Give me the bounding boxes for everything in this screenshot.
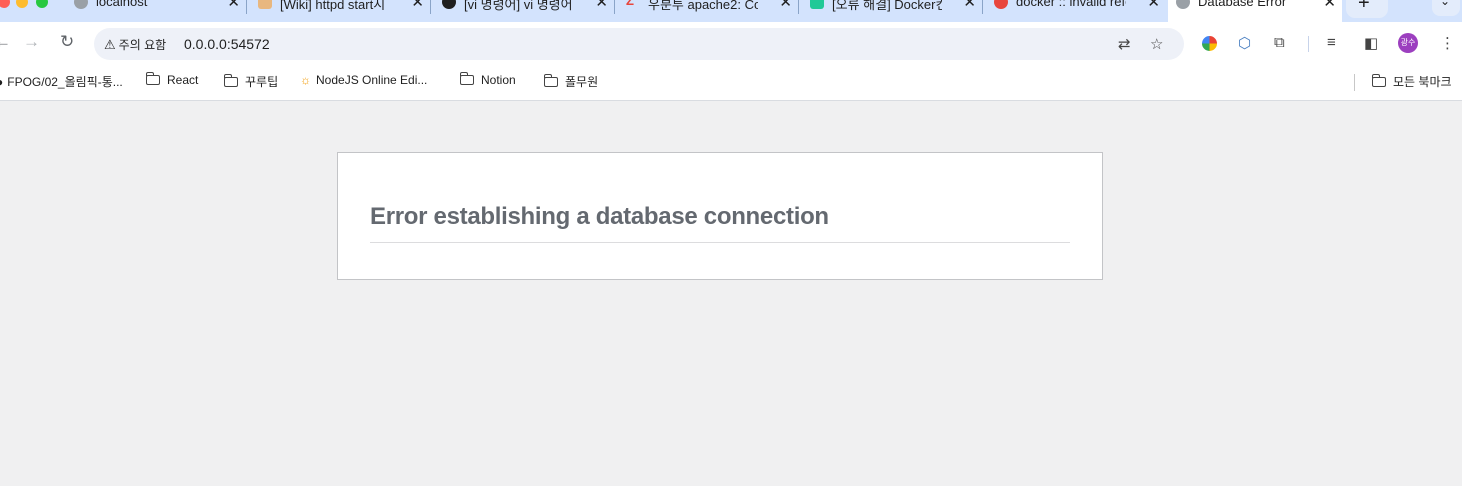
tab-separator	[798, 0, 799, 14]
forward-button[interactable]: →	[23, 32, 40, 52]
address-bar[interactable]: ⚠ 주의 요함 0.0.0.0:54572 ⇄ ☆	[94, 28, 1184, 60]
tab-separator	[982, 0, 983, 14]
tab-wiki-httpd[interactable]: [Wiki] httpd start시 ✕	[250, 0, 431, 22]
globe-icon	[1176, 0, 1190, 9]
extension-hex-icon[interactable]: ⬡	[1238, 34, 1251, 52]
folder-icon	[459, 72, 474, 85]
tab-search-button[interactable]: ⌄	[1432, 0, 1460, 16]
bookmarks-divider	[1354, 74, 1355, 91]
close-icon[interactable]: ✕	[1323, 0, 1336, 11]
close-icon[interactable]: ✕	[779, 0, 792, 11]
bookmark-star-icon[interactable]: ☆	[1150, 35, 1163, 53]
close-icon[interactable]: ✕	[963, 0, 976, 11]
color-extension-icon[interactable]	[1202, 36, 1217, 51]
all-bookmarks-label: 모든 북마크	[1393, 75, 1452, 89]
bookmark-nodejs-editor[interactable]: ☼ NodeJS Online Edi...	[300, 73, 427, 87]
tab-title: 우분투 apache2: Cou	[648, 0, 758, 12]
tab-title: [vi 명령어] vi 명령어 정	[464, 0, 574, 12]
velog-icon	[810, 0, 824, 9]
sun-icon: ☼	[300, 73, 311, 87]
reading-list-icon[interactable]: ≡	[1327, 34, 1336, 51]
github-icon	[442, 0, 456, 9]
tab-vi-commands[interactable]: [vi 명령어] vi 명령어 정 ✕	[434, 0, 615, 22]
tab-title: localhost	[96, 0, 148, 9]
bookmark-label: FPOG/02_올림픽-통...	[7, 75, 123, 89]
tab-localhost[interactable]: localhost ✕	[66, 0, 247, 22]
wiki-icon	[258, 0, 272, 9]
tab-docker-invalid-ref[interactable]: docker :: invalid refe ✕	[986, 0, 1166, 22]
toolbar-divider	[1308, 36, 1309, 52]
bookmark-folder-tips[interactable]: 꾸루팁	[223, 73, 279, 90]
bookmark-label: 꾸루팁	[245, 75, 279, 89]
bookmark-label: React	[167, 73, 199, 87]
side-panel-icon[interactable]: ◧	[1364, 34, 1378, 52]
bookmarks-bar: ● FPOG/02_올림픽-통... React 꾸루팁 ☼ NodeJS Onli…	[0, 66, 1462, 101]
security-chip[interactable]: ⚠ 주의 요함	[104, 36, 166, 53]
error-icon	[994, 0, 1008, 9]
translate-icon[interactable]: ⇄	[1118, 35, 1131, 53]
tab-strip: localhost ✕ [Wiki] httpd start시 ✕ [vi 명령…	[0, 0, 1462, 22]
bookmark-label: Notion	[481, 73, 516, 87]
bookmark-fpog[interactable]: ● FPOG/02_올림픽-통...	[0, 73, 123, 90]
globe-icon	[74, 0, 88, 9]
page-content: Error establishing a database connection	[0, 101, 1462, 486]
folder-icon	[145, 72, 160, 85]
close-icon[interactable]: ✕	[411, 0, 424, 11]
bookmark-folder-notion[interactable]: Notion	[459, 72, 516, 87]
new-tab-button[interactable]: +	[1346, 0, 1388, 18]
close-window-button[interactable]	[0, 0, 10, 8]
tab-separator	[614, 0, 615, 14]
error-heading: Error establishing a database connection	[370, 203, 829, 230]
tab-title: docker :: invalid refe	[1016, 0, 1126, 9]
chevron-down-icon: ⌄	[1440, 0, 1451, 8]
maximize-window-button[interactable]	[36, 0, 48, 8]
bookmark-label: 폴무원	[565, 75, 599, 89]
tab-title: [Wiki] httpd start시	[280, 0, 386, 12]
tab-database-error[interactable]: Database Error ✕	[1168, 0, 1342, 22]
heading-divider	[370, 242, 1070, 243]
folder-icon	[543, 74, 558, 87]
bookmark-label: NodeJS Online Edi...	[316, 73, 428, 87]
folder-icon	[223, 74, 238, 87]
extensions-puzzle-icon[interactable]: ⧉	[1274, 34, 1285, 51]
all-bookmarks-button[interactable]: 모든 북마크	[1371, 73, 1452, 90]
tab-separator	[430, 0, 431, 14]
browser-toolbar: ← → ↻ ⚠ 주의 요함 0.0.0.0:54572 ⇄ ☆ ⬡ ⧉ ≡ ◧ 광…	[0, 22, 1462, 66]
zeta-icon: Z	[626, 0, 634, 8]
close-icon[interactable]: ✕	[595, 0, 608, 11]
back-button[interactable]: ←	[0, 32, 11, 52]
close-icon[interactable]: ✕	[1147, 0, 1160, 11]
folder-icon	[1371, 74, 1386, 87]
error-panel: Error establishing a database connection	[337, 152, 1103, 280]
url-text[interactable]: 0.0.0.0:54572	[184, 36, 270, 52]
minimize-window-button[interactable]	[16, 0, 28, 8]
tab-title: Database Error	[1198, 0, 1287, 9]
plus-icon: +	[1358, 0, 1370, 14]
github-icon: ●	[0, 75, 3, 89]
reload-button[interactable]: ↻	[60, 32, 74, 52]
security-chip-label: 주의 요함	[118, 38, 167, 52]
tab-title: [오류 해결] Docker컨	[832, 0, 942, 12]
warning-icon: ⚠	[104, 37, 116, 52]
close-icon[interactable]: ✕	[227, 0, 240, 11]
bookmark-folder-civil[interactable]: 폴무원	[543, 73, 599, 90]
menu-kebab-icon[interactable]: ⋮	[1440, 34, 1455, 52]
profile-avatar[interactable]: 광수	[1398, 33, 1418, 53]
tab-docker-error-fix[interactable]: [오류 해결] Docker컨 ✕	[802, 0, 983, 22]
bookmark-folder-react[interactable]: React	[145, 72, 199, 87]
tab-separator	[246, 0, 247, 14]
tab-ubuntu-apache[interactable]: Z 우분투 apache2: Cou ✕	[618, 0, 799, 22]
